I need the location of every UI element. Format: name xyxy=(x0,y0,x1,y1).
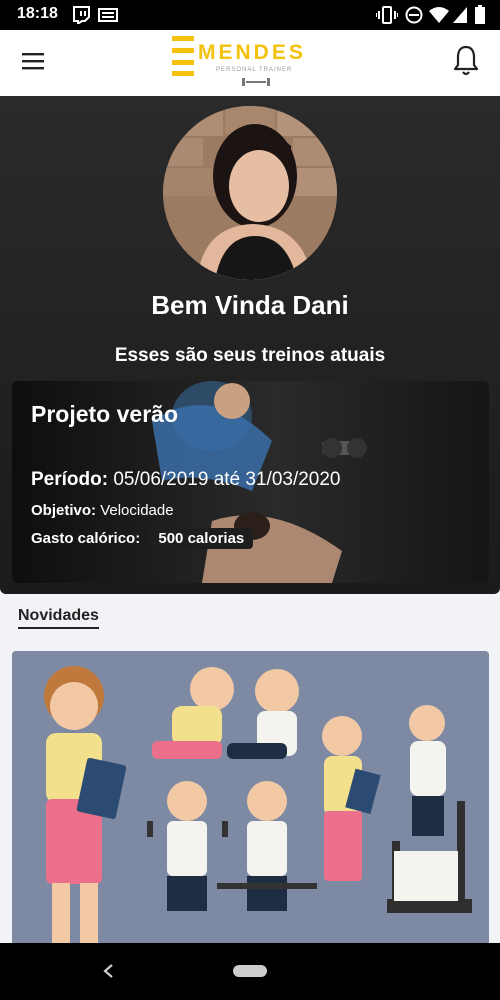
wifi-icon xyxy=(429,7,449,23)
workout-calories: Gasto calórico: 500 calorias xyxy=(31,528,254,549)
news-banner[interactable] xyxy=(12,651,489,951)
logo-name: MENDES xyxy=(198,41,306,64)
period-value: 05/06/2019 até 31/03/2020 xyxy=(113,469,341,490)
welcome-title: Bem Vinda Dani xyxy=(151,290,349,320)
back-icon[interactable] xyxy=(100,957,116,985)
fitness-illustration xyxy=(12,651,489,951)
workout-objective: Objetivo: Velocidade xyxy=(31,502,174,519)
app-bar: MENDES PERSONAL TRAINER xyxy=(0,30,500,96)
logo: MENDES PERSONAL TRAINER xyxy=(170,34,330,90)
calorie-label: Gasto calórico: xyxy=(31,530,141,547)
avatar-photo xyxy=(163,106,337,280)
signal-icon xyxy=(453,7,467,23)
workouts-subtitle: Esses são seus treinos atuais xyxy=(114,345,386,366)
tv-icon xyxy=(98,8,118,22)
objective-label: Objetivo: xyxy=(31,502,97,519)
dnd-icon xyxy=(405,6,423,24)
period-label: Período: xyxy=(31,469,109,490)
bell-icon[interactable] xyxy=(452,44,480,78)
workout-period: Período: 05/06/2019 até 31/03/2020 xyxy=(31,469,341,491)
logo-mark: MENDES PERSONAL TRAINER xyxy=(172,36,306,86)
menu-icon[interactable] xyxy=(22,51,46,71)
status-time: 18:18 xyxy=(17,5,58,22)
battery-icon xyxy=(475,5,485,24)
twitch-icon xyxy=(73,6,90,24)
workout-title: Projeto verão xyxy=(31,401,178,427)
objective-value: Velocidade xyxy=(100,502,174,519)
home-button[interactable] xyxy=(233,965,267,977)
status-bar: 18:18 xyxy=(0,0,500,30)
calorie-badge: 500 calorias xyxy=(149,528,254,549)
vibrate-icon xyxy=(376,6,398,24)
workout-card[interactable]: Projeto verão Período: 05/06/2019 até 31… xyxy=(12,381,489,583)
avatar[interactable] xyxy=(163,106,337,280)
logo-tagline: PERSONAL TRAINER xyxy=(216,67,292,73)
hero-section: Bem Vinda Dani Esses são seus treinos at… xyxy=(0,96,500,594)
news-tab[interactable]: Novidades xyxy=(18,607,99,629)
